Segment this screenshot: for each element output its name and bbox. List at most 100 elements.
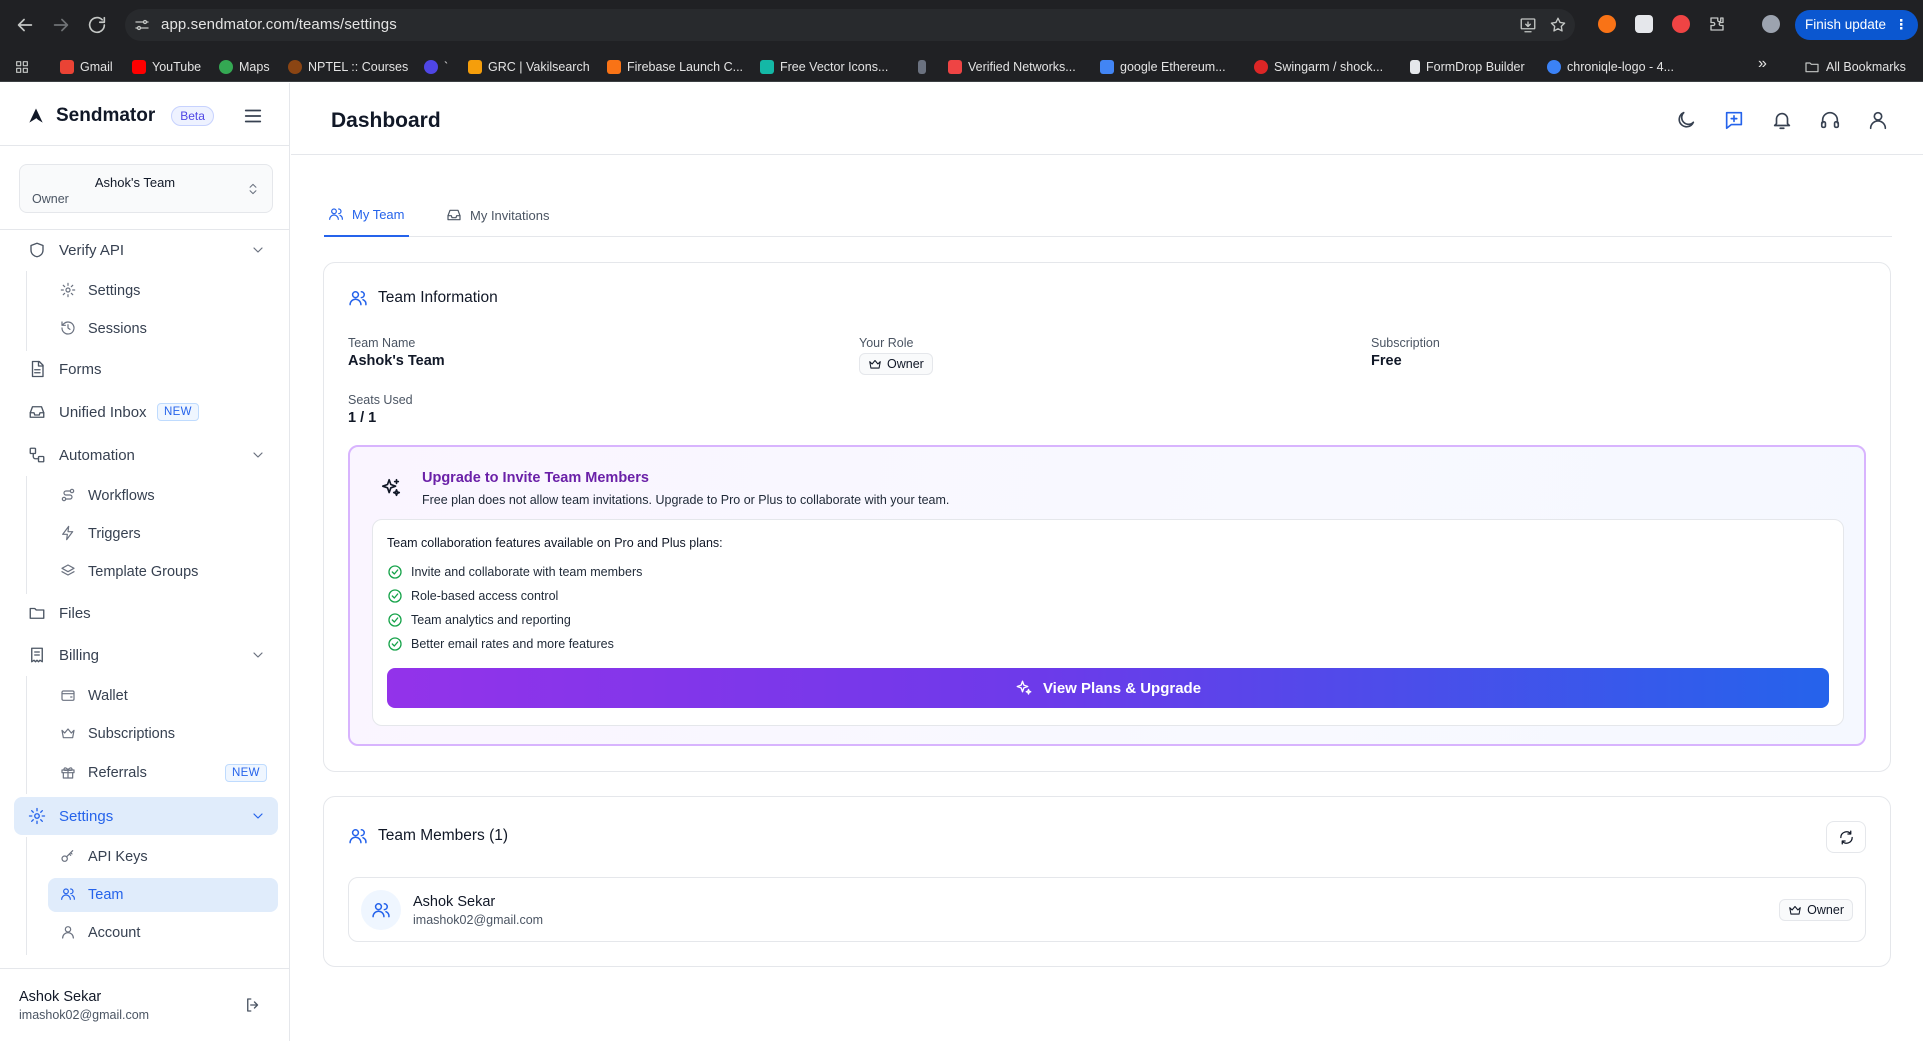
user-icon [62, 926, 74, 939]
view-plans-upgrade-button[interactable]: View Plans & Upgrade [387, 668, 1829, 708]
sendmator-logo-icon [29, 108, 43, 124]
bookmark-verified-networks[interactable]: Verified Networks... [948, 58, 1076, 76]
sidebar-item-forms[interactable]: Forms [14, 350, 278, 388]
shield-icon [30, 242, 44, 258]
chroniqle-logo-icon [1547, 60, 1561, 74]
bookmark-chroniqle-logo[interactable]: chroniqle-logo - 4... [1547, 58, 1674, 76]
features-panel: Team collaboration features available on… [372, 519, 1844, 726]
back-icon[interactable] [14, 14, 36, 36]
member-name: Ashok Sekar [413, 894, 496, 910]
users-icon [329, 208, 343, 220]
chevrons-up-down-icon [249, 183, 257, 195]
sidebar-item-files[interactable]: Files [14, 594, 278, 632]
tab-my-team[interactable]: My Team [324, 193, 409, 237]
sidebar-item-referrals[interactable]: Referrals NEW [48, 756, 278, 790]
brand-name: Sendmator [56, 105, 156, 126]
extension-v-icon[interactable] [1635, 15, 1653, 33]
sidebar-item-verify-settings[interactable]: Settings [48, 274, 278, 308]
address-bar[interactable]: app.sendmator.com/teams/settings [125, 9, 1575, 41]
bookmark-google-ethereum[interactable]: google Ethereum... [1100, 58, 1226, 76]
upgrade-description: Free plan does not allow team invitation… [422, 493, 950, 507]
sidebar-item-workflows[interactable]: Workflows [48, 479, 278, 513]
profile-avatar[interactable] [1762, 15, 1780, 33]
check-circle-icon [388, 565, 402, 579]
install-app-icon[interactable] [1519, 16, 1537, 34]
sidebar-item-subscriptions[interactable]: Subscriptions [48, 717, 278, 751]
check-circle-icon [388, 637, 402, 651]
forward-icon[interactable] [50, 14, 72, 36]
chevron-down-icon [253, 452, 263, 458]
extensions-puzzle-icon[interactable] [1708, 15, 1726, 33]
all-bookmarks[interactable]: All Bookmarks [1804, 58, 1906, 76]
headphones-icon[interactable] [1819, 109, 1841, 131]
main-header: Dashboard [291, 83, 1923, 155]
key-icon [61, 850, 74, 862]
finish-update-button[interactable]: Finish update ⋮ [1795, 10, 1918, 40]
sidebar-item-verify-api[interactable]: Verify API [14, 231, 278, 269]
bookmark-maps[interactable]: Maps [219, 58, 270, 76]
more-bookmarks-icon[interactable]: » [1758, 55, 1767, 73]
moon-icon[interactable] [1675, 109, 1697, 131]
sidebar-item-unified-inbox[interactable]: Unified Inbox NEW [14, 393, 278, 431]
users-icon [349, 291, 367, 306]
member-role-badge: Owner [1779, 899, 1853, 921]
sidebar-item-settings[interactable]: Settings [14, 797, 278, 835]
bookmark-backtick[interactable]: ` [424, 58, 448, 76]
bookmark-star-icon[interactable] [1549, 16, 1567, 34]
feedback-icon[interactable] [1723, 109, 1745, 131]
reload-icon[interactable] [86, 14, 108, 36]
brand[interactable]: Sendmator Beta [26, 105, 214, 127]
your-role-field: Your Role Owner [859, 336, 933, 376]
team-members-title: Team Members (1) [348, 826, 508, 846]
bookmark-gmail[interactable]: Gmail [60, 58, 113, 76]
bookmark-formdrop[interactable]: FormDrop Builder [1410, 58, 1525, 76]
youtube-icon [132, 60, 146, 74]
sidebar-item-api-keys[interactable]: API Keys [48, 840, 278, 874]
subscription-value: Free [1371, 353, 1402, 369]
site-settings-icon[interactable] [133, 16, 151, 34]
sidebar-item-template-groups[interactable]: Template Groups [48, 555, 278, 589]
chevron-down-icon [253, 813, 263, 819]
sidebar-item-billing[interactable]: Billing [14, 636, 278, 674]
bookmark-vakilsearch[interactable]: GRC | Vakilsearch [468, 58, 590, 76]
team-selector[interactable]: Ashok's Team Owner [19, 164, 273, 213]
apps-grid-icon[interactable] [14, 58, 30, 76]
menu-dots-icon: ⋮ [1894, 17, 1909, 32]
bookmark-youtube[interactable]: YouTube [132, 58, 201, 76]
figma-icon [948, 60, 962, 74]
team-name-field: Team Name Ashok's Team [348, 336, 445, 369]
seats-used-field: Seats Used 1 / 1 [348, 393, 413, 426]
logout-icon[interactable] [244, 996, 262, 1014]
bookmark-apple[interactable] [918, 58, 932, 76]
table-row[interactable]: Ashok Sekar imashok02@gmail.com Owner [348, 877, 1866, 942]
bookmark-swingarm[interactable]: Swingarm / shock... [1254, 58, 1383, 76]
sidebar-item-wallet[interactable]: Wallet [48, 679, 278, 713]
maps-icon [219, 60, 233, 74]
refresh-members-button[interactable] [1826, 821, 1866, 853]
extension-fox-icon[interactable] [1598, 15, 1616, 33]
sidebar-item-automation[interactable]: Automation [14, 436, 278, 474]
folder-icon [1805, 62, 1819, 73]
sidebar-item-team[interactable]: Team [48, 878, 278, 912]
page-title: Dashboard [331, 109, 441, 132]
url-text: app.sendmator.com/teams/settings [161, 16, 397, 33]
sidebar-item-sessions[interactable]: Sessions [48, 312, 278, 346]
sidebar-user-email: imashok02@gmail.com [19, 1008, 150, 1022]
swingarm-icon [1254, 60, 1268, 74]
hamburger-menu-icon[interactable] [242, 105, 264, 127]
tab-my-invitations[interactable]: My Invitations [442, 193, 553, 237]
bell-icon[interactable] [1771, 109, 1793, 131]
sidebar-item-triggers[interactable]: Triggers [48, 517, 278, 551]
feature-item: Team analytics and reporting [387, 612, 571, 628]
user-icon[interactable] [1867, 109, 1889, 131]
role-badge: Owner [859, 353, 933, 375]
bookmark-free-vector-icons[interactable]: Free Vector Icons... [760, 58, 888, 76]
sidebar-item-account[interactable]: Account [48, 916, 278, 950]
bookmark-nptel[interactable]: NPTEL :: Courses [288, 58, 408, 76]
sparkles-icon [1016, 680, 1032, 695]
extension-red-icon[interactable] [1672, 15, 1690, 33]
gmail-icon [60, 60, 74, 74]
sidebar-user-name: Ashok Sekar [19, 989, 102, 1005]
check-circle-icon [388, 589, 402, 603]
bookmark-firebase[interactable]: Firebase Launch C... [607, 58, 743, 76]
